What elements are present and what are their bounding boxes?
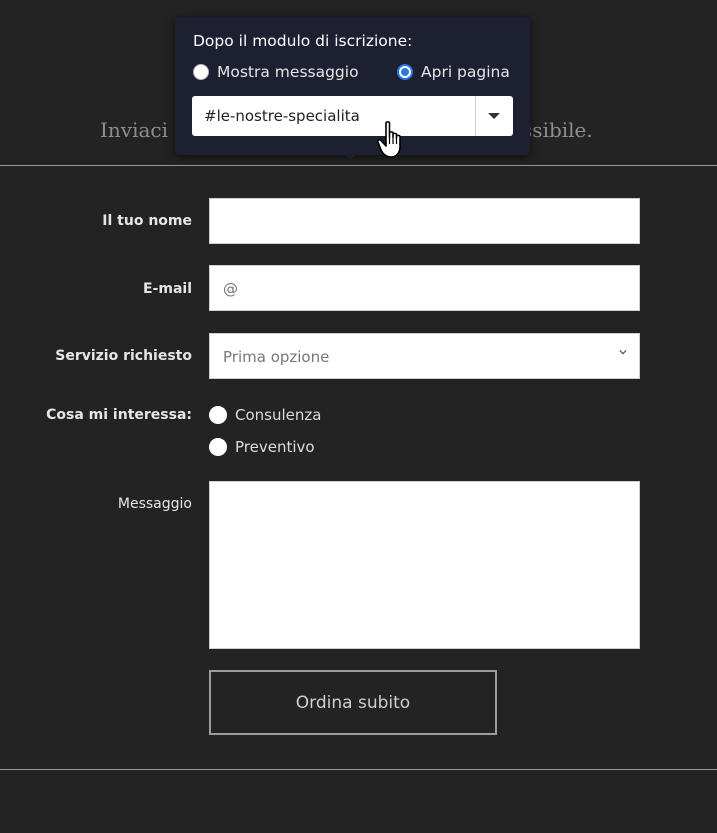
- page-select-value: #le-nostre-specialita: [204, 107, 360, 125]
- interest-option-preventivo[interactable]: Preventivo: [209, 438, 315, 456]
- submit-button[interactable]: Ordina subito: [209, 670, 497, 735]
- option-open-page[interactable]: Apri pagina: [397, 63, 510, 81]
- option-show-message[interactable]: Mostra messaggio: [193, 63, 359, 81]
- email-input[interactable]: @: [209, 265, 640, 311]
- interest-option-label: Consulenza: [235, 406, 322, 424]
- dropdown-arrow-icon[interactable]: [488, 113, 500, 119]
- interest-label: Cosa mi interessa:: [46, 407, 192, 423]
- after-submit-popup: Dopo il modulo di iscrizione: Mostra mes…: [175, 17, 530, 155]
- radio-icon[interactable]: [193, 64, 209, 80]
- radio-icon[interactable]: [209, 438, 227, 456]
- service-label: Servizio richiesto: [55, 348, 192, 364]
- message-textarea[interactable]: [209, 481, 640, 649]
- name-input[interactable]: [209, 198, 640, 244]
- chevron-down-icon: [619, 349, 627, 355]
- popup-pointer: [343, 152, 359, 160]
- hand-cursor-icon: [377, 121, 401, 158]
- service-select[interactable]: Prima opzione: [209, 333, 640, 379]
- name-label: Il tuo nome: [102, 213, 192, 229]
- radio-selected-icon[interactable]: [397, 64, 413, 80]
- page-select[interactable]: #le-nostre-specialita: [192, 96, 513, 136]
- service-selected-value: Prima opzione: [223, 348, 330, 366]
- message-label: Messaggio: [117, 496, 192, 512]
- intro-text-left: Inviaci i: [100, 118, 181, 142]
- option-label: Apri pagina: [421, 63, 510, 81]
- option-label: Mostra messaggio: [217, 63, 359, 81]
- interest-option-label: Preventivo: [235, 438, 315, 456]
- email-label: E-mail: [142, 281, 192, 297]
- divider-bottom: [0, 769, 717, 770]
- radio-icon[interactable]: [209, 406, 227, 424]
- select-divider: [475, 96, 476, 136]
- popup-title: Dopo il modulo di iscrizione:: [193, 32, 413, 50]
- divider-top: [0, 165, 717, 166]
- interest-option-consulenza[interactable]: Consulenza: [209, 406, 321, 424]
- email-placeholder: @: [223, 280, 238, 298]
